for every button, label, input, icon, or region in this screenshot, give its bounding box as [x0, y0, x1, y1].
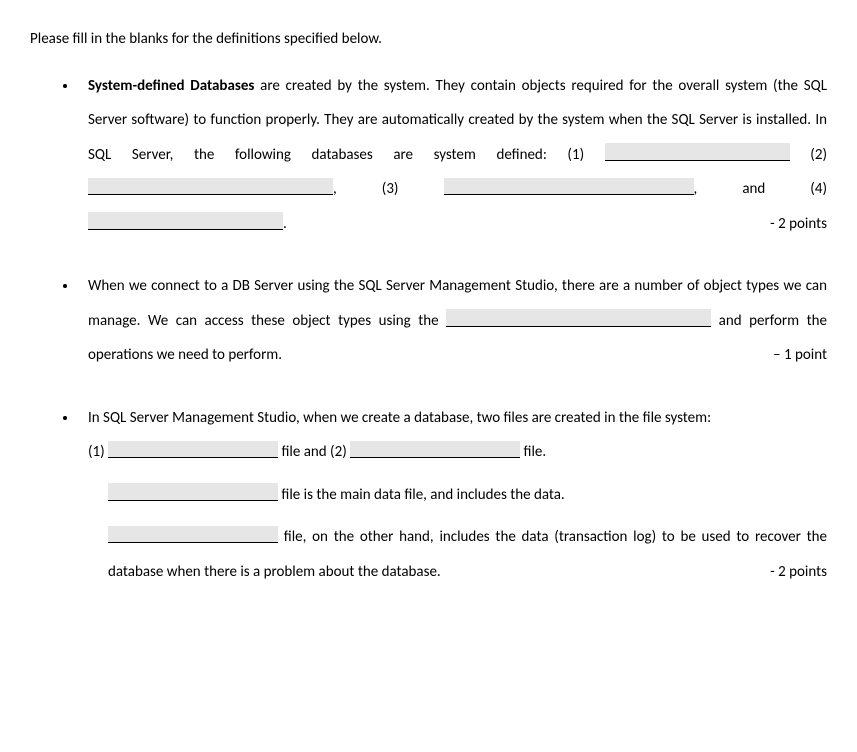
blank-input[interactable]	[108, 526, 278, 544]
question-list: System-defined Databases are created by …	[30, 69, 827, 590]
blank-input[interactable]	[605, 143, 790, 161]
text: (2)	[790, 146, 827, 164]
file-line-2: file is the main data file, and includes…	[108, 478, 827, 513]
question-item-2: When we connect to a DB Server using the…	[78, 269, 827, 373]
blank-input[interactable]	[444, 178, 694, 196]
text: file.	[520, 443, 546, 461]
points-label: – 1 point	[773, 338, 827, 373]
points-label: - 2 points	[770, 207, 827, 242]
question-item-1: System-defined Databases are created by …	[78, 69, 827, 242]
blank-input[interactable]	[446, 309, 711, 327]
text: (1)	[88, 443, 108, 461]
text: .	[283, 215, 287, 233]
text: In SQL Server Management Studio, when we…	[88, 401, 827, 436]
term-bold: System-defined Databases	[88, 77, 254, 95]
file-line-1: (1) file and (2) file.	[88, 435, 827, 470]
blank-input[interactable]	[350, 441, 520, 459]
instruction-text: Please fill in the blanks for the defini…	[30, 28, 827, 51]
text: file and (2)	[278, 443, 350, 461]
question-item-3: In SQL Server Management Studio, when we…	[78, 401, 827, 590]
blank-input[interactable]	[88, 212, 283, 230]
blank-input[interactable]	[88, 178, 333, 196]
text: file is the main data file, and includes…	[278, 486, 565, 504]
blank-input[interactable]	[108, 483, 278, 501]
blank-input[interactable]	[108, 441, 278, 459]
file-line-3: file, on the other hand, includes the da…	[108, 520, 827, 589]
text: , and (4)	[694, 180, 827, 198]
text: , (3)	[333, 180, 444, 198]
points-label: - 2 points	[770, 555, 827, 590]
